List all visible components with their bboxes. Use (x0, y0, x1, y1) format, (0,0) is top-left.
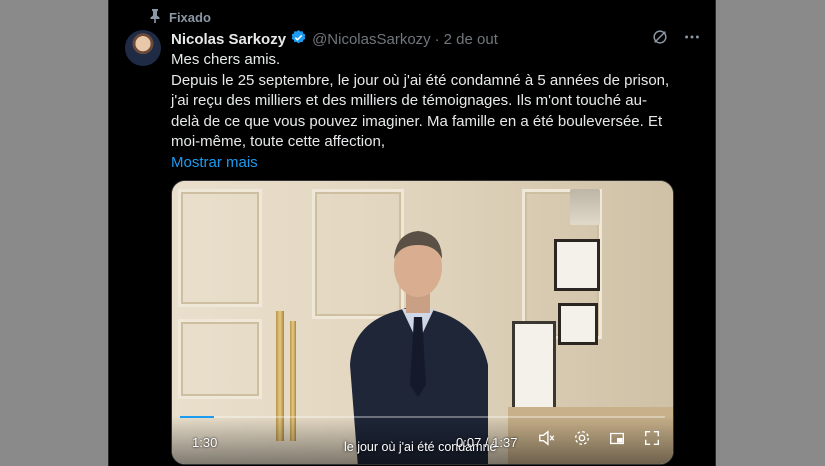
video-player[interactable]: 1:30 le jour où j'ai été condamné 0:07 /… (171, 180, 674, 465)
picture-frame (558, 303, 598, 345)
video-progress-fill (180, 416, 214, 418)
fullscreen-icon[interactable] (643, 429, 661, 452)
tweet-card[interactable]: Fixado Nicolas Sarkozy @NicolasSarkozy ·… (108, 0, 716, 466)
author-name[interactable]: Nicolas Sarkozy (171, 31, 286, 48)
tweet-text-line: delà de ce que vous pouvez imaginer. Ma … (171, 112, 663, 130)
picture-in-picture-icon[interactable] (608, 429, 626, 452)
tweet-text-line: Depuis le 25 septembre, le jour où j'ai … (171, 71, 670, 89)
tweet-text: Mes chers amis. Depuis le 25 septembre, … (171, 50, 671, 174)
pin-icon (149, 8, 161, 26)
avatar[interactable] (125, 30, 161, 66)
tweet-date[interactable]: 2 de out (444, 31, 498, 48)
more-icon[interactable] (683, 28, 701, 50)
wall-lamp (570, 189, 600, 225)
show-more-link[interactable]: Mostrar mais (171, 153, 258, 174)
author-handle[interactable]: @NicolasSarkozy (312, 31, 431, 48)
separator-dot: · (434, 30, 440, 48)
wall-panel (178, 319, 262, 399)
video-remaining-time: 1:30 (192, 435, 218, 450)
gear-icon[interactable] (573, 429, 591, 452)
tweet-text-line: Mes chers amis. (171, 51, 281, 68)
grok-icon[interactable] (651, 28, 669, 50)
tweet-text-line: moi-même, toute cette affection, (171, 133, 385, 151)
mute-icon[interactable] (538, 429, 556, 452)
picture-frame (512, 321, 556, 411)
video-elapsed-time: 0:07 / 1:37 (456, 435, 518, 450)
verified-badge-icon (286, 29, 312, 50)
picture-frame (554, 239, 600, 291)
tweet-header: Nicolas Sarkozy @NicolasSarkozy · 2 de o… (171, 29, 701, 49)
pinned-label: Fixado (169, 9, 211, 25)
video-progress-bar[interactable] (180, 416, 665, 418)
wall-panel (178, 189, 262, 307)
pinned-indicator: Fixado (149, 8, 211, 26)
tweet-text-line: j'ai reçu des milliers et des milliers d… (171, 92, 647, 110)
video-controls (538, 429, 661, 452)
